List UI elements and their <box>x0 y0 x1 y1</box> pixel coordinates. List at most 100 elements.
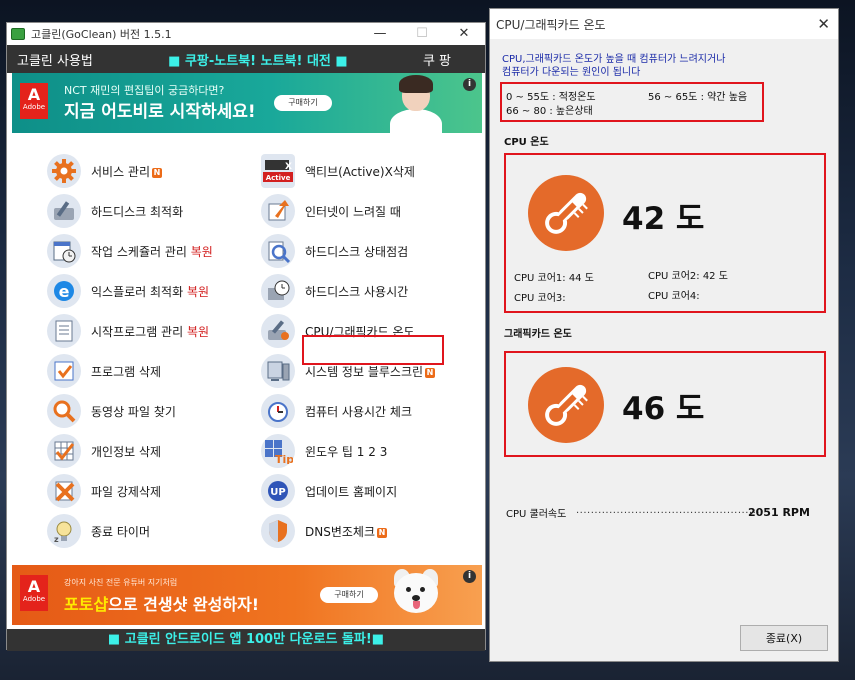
computer-tower-icon <box>261 354 295 388</box>
activex-icon: X Active <box>261 154 295 188</box>
bulb-timer-icon: z <box>47 514 81 548</box>
ad-banner-top[interactable]: Adobe NCT 재민의 편집팁이 궁금하다면? 지금 어도비로 시작하세요!… <box>12 73 482 133</box>
menu-label: 하드디스크 최적화 <box>91 204 184 219</box>
selected-item-highlight <box>302 335 444 365</box>
ad-bottom-headline: 포토샵으로 견생샷 완성하자! <box>64 595 260 614</box>
menu-item-force-delete[interactable]: 파일 강제삭제 <box>47 471 267 511</box>
magnifier-icon <box>47 394 81 428</box>
android-app-promo-bar[interactable]: ■ 고클린 안드로이드 앱 100만 다운로드 돌파!■ <box>7 629 485 651</box>
menu-item-disk-check[interactable]: 하드디스크 상태점검 <box>261 231 481 271</box>
menu-item-video-find[interactable]: 동영상 파일 찾기 <box>47 391 267 431</box>
close-button[interactable]: ✕ <box>443 23 485 45</box>
ad-info-icon[interactable]: i <box>463 570 476 583</box>
menu-item-shutdown-timer[interactable]: z 종료 타이머 <box>47 511 267 551</box>
fan-speed-value: 2051 RPM <box>748 506 810 519</box>
temp-info-text: CPU,그래픽카드 온도가 높을 때 컴퓨터가 느려지거나 컴퓨터가 다운되는 … <box>502 53 832 79</box>
menu-item-task-scheduler[interactable]: 작업 스케쥴러 관리 복원 <box>47 231 267 271</box>
new-badge-icon: N <box>152 167 163 178</box>
grid-document-icon <box>47 434 81 468</box>
gpu-temp-value: 46 도 <box>622 391 705 427</box>
main-window: 고클린(GoClean) 버전 1.5.1 — ☐ ✕ 고클린 사용법 ■ 쿠팡… <box>6 22 486 651</box>
fan-speed-label: CPU 쿨러속도 <box>506 509 567 520</box>
calendar-alarm-icon <box>261 394 295 428</box>
disk-clock-icon <box>261 274 295 308</box>
calendar-clock-icon <box>47 234 81 268</box>
menu-item-explorer-optimize[interactable]: e 익스플로러 최적화 복원 <box>47 271 267 311</box>
svg-text:Active: Active <box>266 174 291 182</box>
menu-item-usage-time[interactable]: 컴퓨터 사용시간 체크 <box>261 391 481 431</box>
menu-item-windows-tip[interactable]: Tip 윈도우 팁 1 2 3 <box>261 431 481 471</box>
menu-label: 작업 스케쥴러 관리 복원 <box>91 244 213 259</box>
range-slightly-high: 56 ~ 65도 : 약간 높음 <box>648 92 748 103</box>
coupang-menu[interactable]: 쿠 팡 <box>423 50 451 69</box>
menu-label: 하드디스크 상태점검 <box>305 244 409 259</box>
menu-label: 컴퓨터 사용시간 체크 <box>305 404 412 419</box>
restore-link[interactable]: 복원 <box>191 245 213 259</box>
restore-link[interactable]: 복원 <box>187 325 209 339</box>
range-normal: 0 ~ 55도 : 적정온도 <box>506 92 596 103</box>
shield-icon <box>261 514 295 548</box>
menu-label: 인터넷이 느려질 때 <box>305 204 401 219</box>
thermometer-icon <box>528 175 604 251</box>
menu-item-update[interactable]: UP 업데이트 홈페이지 <box>261 471 481 511</box>
menu-label: 서비스 관리 N <box>91 164 163 179</box>
update-up-icon: UP <box>261 474 295 508</box>
ad-person-image <box>386 75 446 133</box>
gpu-section-label: 그래픽카드 온도 <box>504 329 572 340</box>
ad-info-icon[interactable]: i <box>463 78 476 91</box>
cpu-core3: CPU 코어3: <box>514 293 566 304</box>
internet-explorer-icon: e <box>47 274 81 308</box>
menu-item-disk-optimize[interactable]: 하드디스크 최적화 <box>47 191 267 231</box>
new-badge-icon: N <box>377 527 387 538</box>
upload-arrow-icon <box>261 194 295 228</box>
checklist-icon <box>47 354 81 388</box>
ad-top-buy-button[interactable]: 구매하기 <box>274 95 332 111</box>
usage-menu[interactable]: 고클린 사용법 <box>17 50 93 69</box>
gpu-temp-panel: 46 도 <box>504 351 826 457</box>
promo-link[interactable]: ■ 쿠팡-노트북! 노트북! 대전 ■ <box>168 50 348 69</box>
menu-item-disk-hours[interactable]: 하드디스크 사용시간 <box>261 271 481 311</box>
main-titlebar: 고클린(GoClean) 버전 1.5.1 — ☐ ✕ <box>7 23 485 45</box>
wrench-thermometer-icon <box>261 314 295 348</box>
ad-dog-image <box>386 567 446 625</box>
temp-close-icon[interactable]: ✕ <box>817 15 830 33</box>
ad-bottom-buy-button[interactable]: 구매하기 <box>320 587 378 603</box>
svg-text:UP: UP <box>270 487 285 498</box>
menu-item-program-remove[interactable]: 프로그램 삭제 <box>47 351 267 391</box>
ad-top-headline: 지금 어도비로 시작하세요! <box>64 102 256 122</box>
svg-text:Tip: Tip <box>275 453 293 464</box>
svg-text:X: X <box>285 162 292 172</box>
ad-banner-bottom[interactable]: Adobe 강아지 사진 전문 유튜버 지기처럼 포토샵으로 견생샷 완성하자!… <box>12 565 482 625</box>
menu-item-startup-manage[interactable]: 시작프로그램 관리 복원 <box>47 311 267 351</box>
menu-item-activex-delete[interactable]: X Active 액티브(Active)X삭제 <box>261 151 481 191</box>
menu-label: 액티브(Active)X삭제 <box>305 164 415 179</box>
svg-text:e: e <box>59 282 70 301</box>
menu-label: DNS변조체크 N <box>305 524 387 539</box>
svg-text:z: z <box>54 535 59 544</box>
adobe-logo: Adobe <box>20 575 48 611</box>
menu-label: 윈도우 팁 1 2 3 <box>305 444 388 459</box>
cpu-temp-panel: 42 도 CPU 코어1: 44 도 CPU 코어2: 42 도 CPU 코어3… <box>504 153 826 313</box>
menu-label: 개인정보 삭제 <box>91 444 162 459</box>
fan-speed-leader: ........................................… <box>576 505 764 516</box>
main-menubar: 고클린 사용법 ■ 쿠팡-노트북! 노트북! 대전 ■ 쿠 팡 <box>7 45 485 73</box>
adobe-logo: Adobe <box>20 83 48 119</box>
thermometer-icon <box>528 367 604 443</box>
menu-label: 하드디스크 사용시간 <box>305 284 409 299</box>
menu-item-internet-slow[interactable]: 인터넷이 느려질 때 <box>261 191 481 231</box>
range-high: 66 ~ 80 : 높은상태 <box>506 106 593 117</box>
temp-window-title: CPU/그래픽카드 온도 <box>496 17 606 32</box>
exit-button[interactable]: 종료(X) <box>740 625 828 651</box>
wrench-disk-icon <box>47 194 81 228</box>
menu-item-privacy-delete[interactable]: 개인정보 삭제 <box>47 431 267 471</box>
menu-item-dns-check[interactable]: DNS변조체크 N <box>261 511 481 551</box>
minimize-button[interactable]: — <box>359 23 401 45</box>
info-line-1: CPU,그래픽카드 온도가 높을 때 컴퓨터가 느려지거나 <box>502 54 726 65</box>
feature-column-left: 서비스 관리 N 하드디스크 최적화 작업 스케쥴러 관리 복원 e 익스플로러 … <box>47 151 267 551</box>
maximize-button: ☐ <box>416 26 428 41</box>
restore-link[interactable]: 복원 <box>187 285 209 299</box>
cpu-core4: CPU 코어4: <box>648 291 700 302</box>
menu-item-service-manage[interactable]: 서비스 관리 N <box>47 151 267 191</box>
gear-icon <box>47 154 81 188</box>
temp-titlebar: CPU/그래픽카드 온도 ✕ <box>490 9 838 39</box>
